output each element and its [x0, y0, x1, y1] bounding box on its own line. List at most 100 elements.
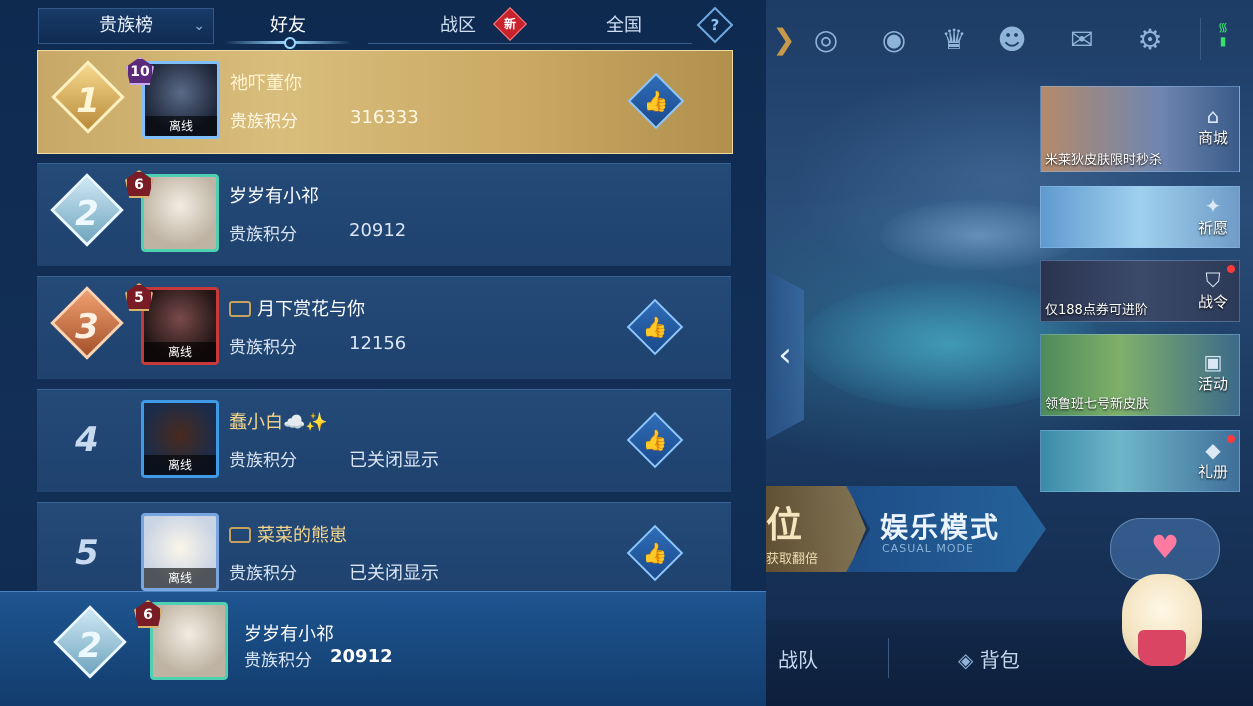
thumbs-up-icon: 👍 [642, 315, 668, 339]
like-button[interactable]: 👍 [626, 298, 684, 356]
like-button[interactable]: 👍 [626, 411, 684, 469]
tab-national[interactable]: 全国 [584, 8, 664, 44]
score-value: 316333 [350, 107, 419, 128]
crown-icon [229, 301, 251, 317]
score-label: 贵族积分 [230, 112, 298, 132]
score-label: 贵族积分 [229, 225, 297, 245]
giftbook-icon-group: ◆ 礼册 [1193, 439, 1233, 482]
divider [888, 638, 889, 678]
wifi-battery-icon: ᯾ ▮ [1217, 20, 1229, 48]
ranked-mode-title: 位 [766, 505, 803, 546]
ranked-mode-banner[interactable]: 位 获取翻倍 [766, 486, 866, 572]
rank-number: 5 [75, 533, 99, 573]
bag-icon: ◈ [958, 648, 980, 672]
question-icon: ? [710, 16, 720, 34]
team-button[interactable]: 战队 [778, 644, 818, 673]
dropdown-label: 贵族榜 [99, 15, 153, 36]
chevron-left-icon: ‹ [778, 335, 792, 375]
like-button[interactable]: 👍 [626, 524, 684, 582]
avatar[interactable]: 离线 [141, 400, 219, 478]
thumbs-up-icon: 👍 [643, 89, 669, 113]
rank-number: 1 [76, 81, 100, 121]
rank-number: 3 [75, 307, 99, 347]
card-caption: 仅188点券可进阶 [1045, 303, 1148, 318]
leaderboard-row-1[interactable]: 1 离线 10 祂吓董你 贵族积分 316333 👍 [37, 50, 733, 154]
thumbs-up-icon: 👍 [642, 428, 668, 452]
bag-button[interactable]: ◈ 背包 [958, 644, 1020, 673]
target-icon[interactable]: ◎ [808, 22, 844, 58]
like-button[interactable]: 👍 [627, 72, 685, 130]
casual-mode-sub: CASUAL MODE [882, 542, 974, 555]
offline-label: 离线 [144, 455, 216, 475]
collapse-panel-button[interactable]: ‹ [766, 270, 804, 440]
friends-icon[interactable]: ☻ [994, 22, 1030, 58]
casual-mode-banner[interactable]: 娱乐模式 CASUAL MODE [846, 486, 1046, 572]
leaderboard-row-3[interactable]: 3 离线 5 月下赏花与你 贵族积分 12156 👍 [37, 276, 731, 379]
chevron-down-icon: ⌄ [193, 18, 205, 34]
team-label: 战队 [778, 648, 818, 672]
side-card-wish[interactable]: ✦ 祈愿 [1040, 186, 1240, 248]
avatar[interactable]: 离线 [142, 61, 220, 139]
side-card-battlepass[interactable]: 仅188点券可进阶 ⛉ 战令 [1040, 260, 1240, 322]
crown-icon [229, 527, 251, 543]
tab-region[interactable]: 战区 [418, 8, 498, 44]
shop-icon: ⌂ [1206, 104, 1220, 128]
avatar[interactable] [141, 174, 219, 252]
battlepass-icon-group: ⛉ 战令 [1193, 269, 1233, 312]
card-label: 战令 [1197, 293, 1228, 311]
leaderboard-type-dropdown[interactable]: 贵族榜 ⌄ [38, 8, 214, 44]
leaderboard-row-2[interactable]: 2 6 岁岁有小祁 贵族积分 20912 [37, 163, 731, 266]
score-value: 已关闭显示 [349, 450, 439, 471]
offline-label: 离线 [145, 116, 217, 136]
offline-label: 离线 [144, 568, 216, 588]
tab-bar: 贵族榜 ⌄ 好友 战区 新 全国 ? [38, 6, 734, 49]
new-badge-text: 新 [503, 17, 516, 31]
score-label: 贵族积分 [229, 451, 297, 471]
player-name: 菜菜的熊崽 [229, 521, 347, 547]
heart-icon: ♥ [1150, 528, 1180, 566]
shield-icon: ⛉ [1205, 268, 1221, 292]
player-name: 月下赏花与你 [229, 295, 365, 321]
card-label: 祈愿 [1197, 219, 1228, 237]
score-value: 20912 [349, 220, 407, 241]
score-label: 贵族积分 [229, 338, 297, 358]
mail-icon[interactable]: ✉ [1064, 22, 1100, 58]
divider [1200, 18, 1201, 60]
shop-icon-group: ⌂ 商城 [1193, 105, 1233, 148]
score-label: 贵族积分 [229, 564, 297, 584]
leaderboard-row-4[interactable]: 4 离线 蠢小白☁️✨ 贵族积分 已关闭显示 👍 [37, 389, 731, 492]
my-rank-number: 2 [78, 626, 102, 666]
settings-gear-icon[interactable]: ⚙ [1132, 22, 1168, 58]
eye-icon[interactable]: ◉ [876, 22, 912, 58]
avatar[interactable]: 离线 [141, 287, 219, 365]
wish-icon-group: ✦ 祈愿 [1193, 195, 1233, 238]
leaderboard-panel: 贵族榜 ⌄ 好友 战区 新 全国 ? 1 离线 10 祂吓董你 贵族积分 316… [0, 0, 766, 706]
new-badge: 新 [493, 7, 527, 41]
avatar-image [144, 177, 216, 249]
my-avatar[interactable] [150, 602, 228, 680]
ranked-mode-sub: 获取翻倍 [766, 552, 819, 567]
player-name: 岁岁有小祁 [229, 186, 319, 207]
side-card-event[interactable]: 领鲁班七号新皮肤 ▣ 活动 [1040, 334, 1240, 416]
card-label: 活动 [1197, 375, 1228, 393]
bag-label: 背包 [979, 648, 1020, 672]
player-name: 祂吓董你 [230, 73, 302, 94]
trophy-icon[interactable]: ♛ [936, 22, 972, 58]
heart-bubble[interactable]: ♥ [1110, 518, 1220, 580]
my-name: 岁岁有小祁 [244, 624, 334, 645]
side-card-shop[interactable]: 米莱狄皮肤限时秒杀 ⌂ 商城 [1040, 86, 1240, 172]
card-caption: 领鲁班七号新皮肤 [1045, 397, 1150, 412]
avatar-image [153, 605, 225, 677]
flame-icon[interactable]: ❯ [766, 22, 802, 58]
help-button[interactable]: ? [696, 6, 734, 44]
tab-label: 好友 [270, 15, 306, 36]
card-caption: 米莱狄皮肤限时秒杀 [1045, 153, 1163, 168]
thumbs-up-icon: 👍 [642, 541, 668, 565]
avatar[interactable]: 离线 [141, 513, 219, 591]
side-card-giftbook[interactable]: ◆ 礼册 [1040, 430, 1240, 492]
mascot-dress [1138, 630, 1186, 666]
active-tab-dot [284, 37, 296, 49]
gift-box-icon: ▣ [1203, 350, 1223, 374]
score-value: 已关闭显示 [349, 563, 439, 584]
leaderboard-row-5[interactable]: 5 离线 菜菜的熊崽 贵族积分 已关闭显示 👍 [37, 502, 731, 592]
